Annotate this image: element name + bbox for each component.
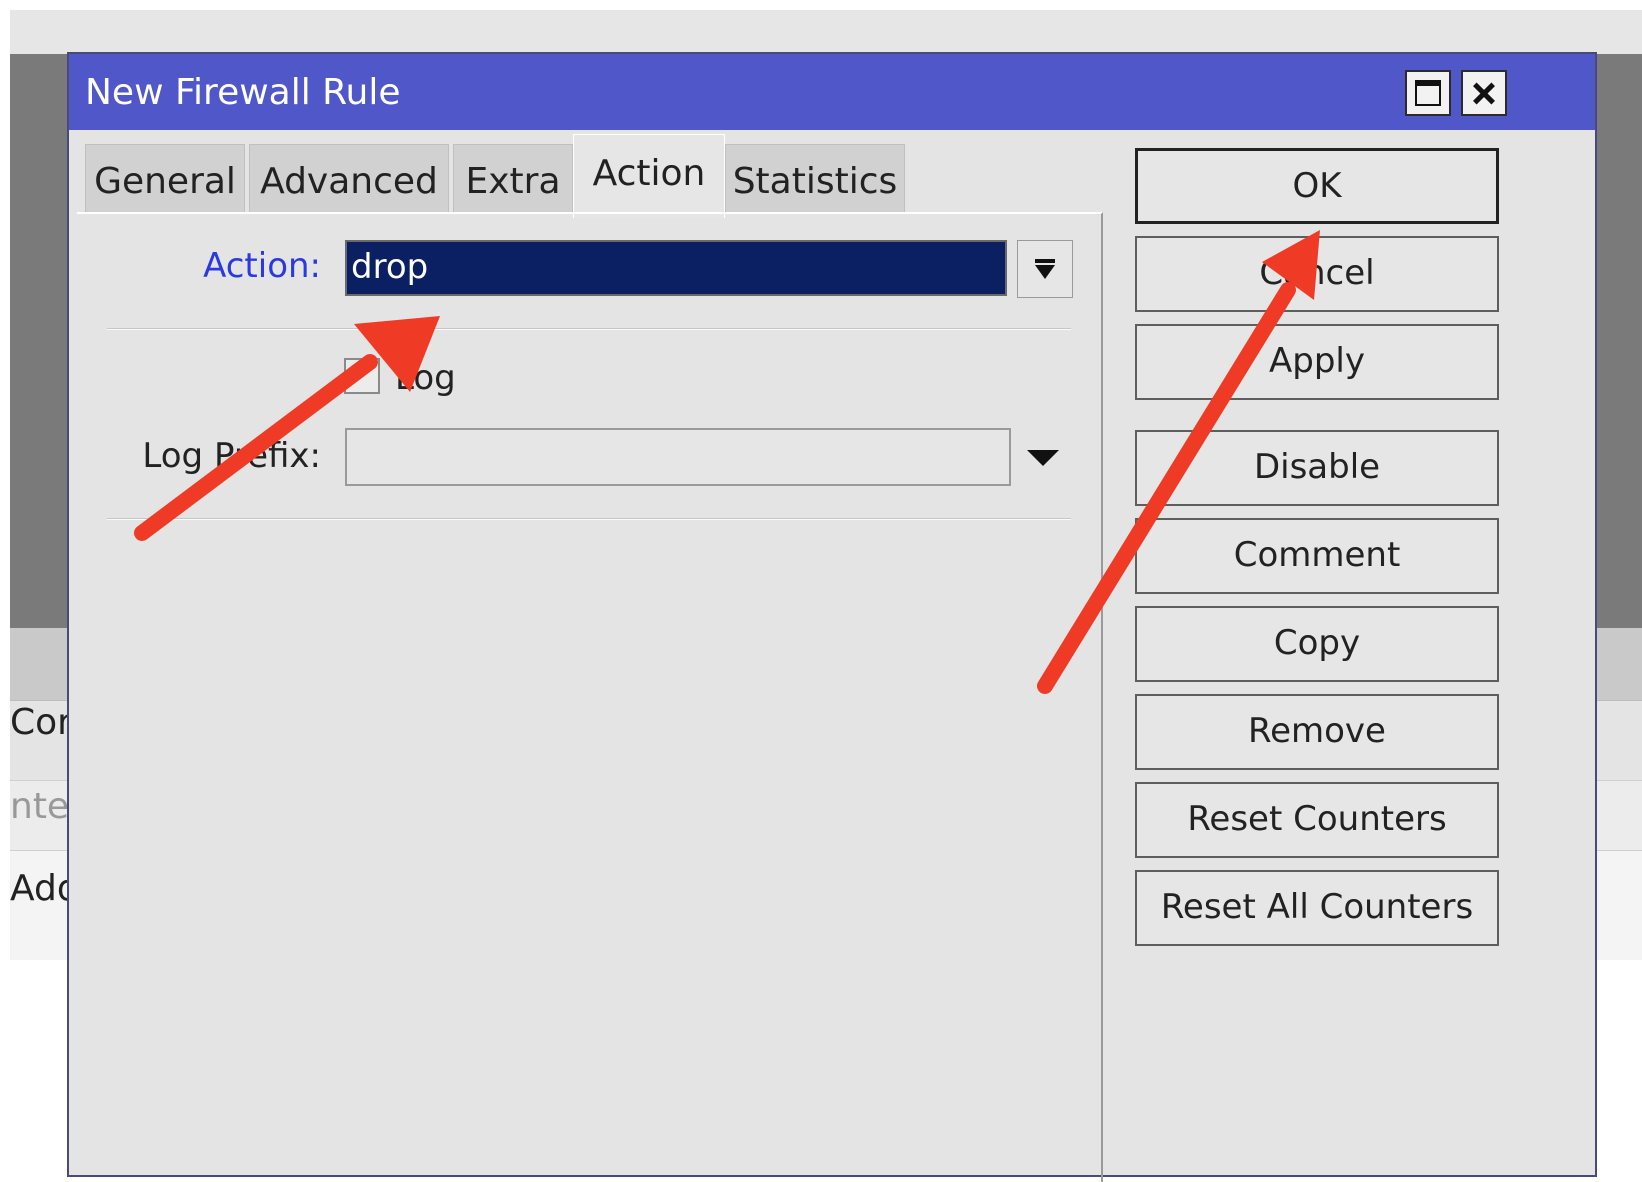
ok-button[interactable]: OK [1135, 148, 1499, 224]
action-tab-panel [77, 212, 1103, 1182]
tab-action[interactable]: Action [573, 134, 725, 218]
action-select[interactable]: drop [345, 240, 1007, 296]
copy-button[interactable]: Copy [1135, 606, 1499, 682]
log-prefix-dropdown-icon[interactable] [1027, 450, 1059, 466]
separator [107, 328, 1071, 330]
tab-general[interactable]: General [85, 144, 245, 214]
comment-button[interactable]: Comment [1135, 518, 1499, 594]
log-checkbox[interactable] [344, 358, 380, 394]
collapse-bar-icon [1035, 259, 1055, 263]
background-text-fragment: Add [10, 868, 67, 909]
log-label: Log [395, 358, 456, 398]
background-top [0, 0, 1642, 10]
action-label: Action: [203, 246, 321, 286]
dialog-titlebar[interactable]: New Firewall Rule [69, 54, 1595, 130]
disable-button[interactable]: Disable [1135, 430, 1499, 506]
apply-button[interactable]: Apply [1135, 324, 1499, 400]
close-icon[interactable] [1461, 70, 1507, 116]
remove-button[interactable]: Remove [1135, 694, 1499, 770]
tab-extra[interactable]: Extra [453, 144, 573, 214]
cancel-button[interactable]: Cancel [1135, 236, 1499, 312]
background-text-fragment: nter [10, 786, 67, 827]
dialog-title: New Firewall Rule [85, 72, 401, 113]
background-text-fragment: Cor [10, 702, 67, 743]
reset-counters-button[interactable]: Reset Counters [1135, 782, 1499, 858]
firewall-rule-dialog: New Firewall Rule General Advanced Extra… [67, 52, 1597, 1182]
background-toolbar-strip [10, 10, 1642, 54]
reset-all-counters-button[interactable]: Reset All Counters [1135, 870, 1499, 946]
separator [107, 518, 1071, 520]
log-prefix-input[interactable] [345, 428, 1011, 486]
tab-statistics[interactable]: Statistics [725, 144, 905, 214]
tab-advanced[interactable]: Advanced [249, 144, 449, 214]
action-dropdown-button[interactable] [1017, 240, 1073, 298]
chevron-down-icon [1035, 265, 1055, 279]
log-prefix-label: Log Prefix: [142, 436, 321, 476]
maximize-icon[interactable] [1405, 70, 1451, 116]
